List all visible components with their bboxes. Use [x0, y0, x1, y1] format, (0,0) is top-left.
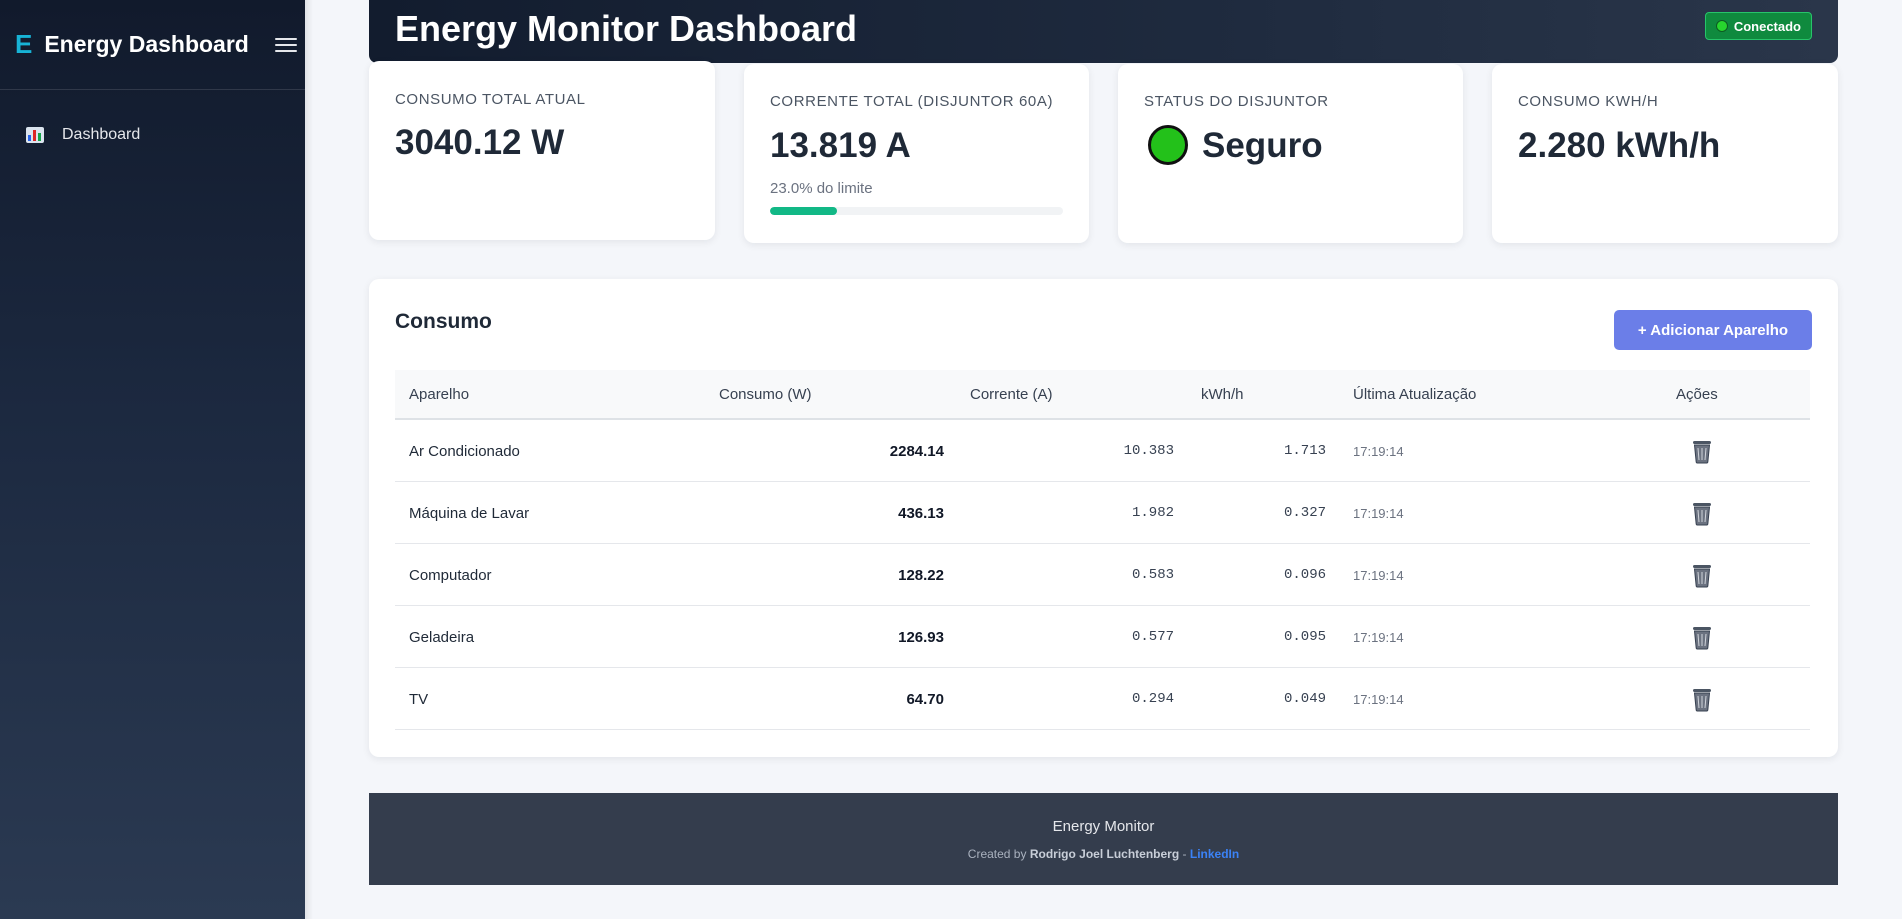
- device-current: 10.383: [1123, 443, 1174, 459]
- footer-author: Rodrigo Joel Luchtenberg: [1029, 847, 1180, 861]
- trash-icon[interactable]: [1691, 624, 1713, 650]
- device-current: 0.583: [1131, 567, 1174, 583]
- card-value: 3040.12 W: [395, 123, 565, 162]
- table-row: Ar Condicionado 2284.14 10.383 1.713 17:…: [395, 420, 1810, 482]
- device-kwh: 0.095: [1283, 629, 1326, 645]
- sidebar-item-dashboard[interactable]: Dashboard: [0, 126, 305, 144]
- card-label: CONSUMO KWH/H: [1518, 93, 1659, 110]
- device-power: 64.70: [906, 691, 944, 708]
- trash-icon[interactable]: [1691, 686, 1713, 712]
- column-header-kwh: kWh/h: [1201, 386, 1244, 403]
- column-header-device: Aparelho: [409, 386, 470, 403]
- total-power-card: CONSUMO TOTAL ATUAL 3040.12 W: [369, 61, 715, 240]
- device-name: Geladeira: [409, 629, 475, 646]
- card-label: CORRENTE TOTAL (DISJUNTOR 60A): [770, 93, 1054, 110]
- breaker-status-card: STATUS DO DISJUNTOR Seguro: [1118, 64, 1463, 243]
- sidebar-shadow: [305, 0, 313, 919]
- device-name: Máquina de Lavar: [409, 505, 530, 522]
- consumption-panel: Consumo + Adicionar Aparelho Aparelho Co…: [369, 279, 1838, 757]
- current-limit-percent: 23.0% do limite: [770, 180, 873, 197]
- brand-title: Energy Dashboard: [44, 31, 249, 57]
- top-header: Energy Monitor Dashboard Conectado: [369, 0, 1838, 63]
- footer: Energy Monitor Created by Rodrigo Joel L…: [369, 793, 1838, 885]
- devices-table: Aparelho Consumo (W) Corrente (A) kWh/h …: [395, 370, 1810, 730]
- column-header-actions: Ações: [1676, 386, 1718, 403]
- bar-chart-icon: [26, 127, 44, 143]
- device-name: TV: [409, 691, 429, 708]
- device-updated: 17:19:14: [1353, 568, 1404, 583]
- column-header-current: Corrente (A): [970, 386, 1053, 403]
- device-current: 1.982: [1131, 505, 1174, 521]
- page-title: Energy Monitor Dashboard: [395, 8, 858, 49]
- connection-status-text: Conectado: [1733, 18, 1801, 34]
- device-updated: 17:19:14: [1353, 692, 1404, 707]
- device-power: 2284.14: [889, 443, 944, 460]
- trash-icon[interactable]: [1691, 562, 1713, 588]
- connection-status-badge: Conectado: [1704, 12, 1812, 40]
- trash-icon[interactable]: [1691, 500, 1713, 526]
- linkedin-link[interactable]: LinkedIn: [1190, 847, 1239, 861]
- table-row: Geladeira 126.93 0.577 0.095 17:19:14: [395, 606, 1810, 668]
- card-label: CONSUMO TOTAL ATUAL: [395, 91, 586, 108]
- device-kwh: 0.049: [1283, 691, 1326, 707]
- card-label: STATUS DO DISJUNTOR: [1144, 93, 1329, 110]
- device-name: Ar Condicionado: [409, 443, 520, 460]
- status-dot-icon: [1715, 20, 1728, 32]
- device-kwh: 0.096: [1283, 567, 1326, 583]
- device-power: 128.22: [898, 567, 944, 584]
- footer-created-by: Created by: [967, 847, 1027, 861]
- device-current: 0.294: [1131, 691, 1174, 707]
- device-kwh: 1.713: [1283, 443, 1326, 459]
- sidebar-header: E Energy Dashboard: [0, 0, 305, 90]
- footer-separator: -: [1182, 847, 1187, 861]
- footer-credit: Created by Rodrigo Joel Luchtenberg - Li…: [369, 847, 1838, 861]
- add-device-button[interactable]: + Adicionar Aparelho: [1614, 310, 1812, 350]
- total-current-card: CORRENTE TOTAL (DISJUNTOR 60A) 13.819 A …: [744, 64, 1089, 243]
- menu-toggle-icon[interactable]: [274, 37, 297, 52]
- table-header: Aparelho Consumo (W) Corrente (A) kWh/h …: [395, 370, 1810, 420]
- device-updated: 17:19:14: [1353, 506, 1404, 521]
- device-kwh: 0.327: [1283, 505, 1326, 521]
- trash-icon[interactable]: [1691, 438, 1713, 464]
- breaker-status-indicator: [1148, 125, 1188, 165]
- device-power: 436.13: [898, 505, 944, 522]
- footer-title: Energy Monitor: [1052, 818, 1155, 835]
- panel-title: Consumo: [395, 310, 492, 333]
- table-row: TV 64.70 0.294 0.049 17:19:14: [395, 668, 1810, 730]
- column-header-power: Consumo (W): [719, 386, 812, 403]
- current-progress-fill: [770, 207, 838, 215]
- device-name: Computador: [409, 567, 492, 584]
- table-row: Máquina de Lavar 436.13 1.982 0.327 17:1…: [395, 482, 1810, 544]
- kwh-card: CONSUMO KWH/H 2.280 kWh/h: [1492, 64, 1838, 243]
- card-value: 2.280 kWh/h: [1518, 126, 1721, 165]
- sidebar-item-label: Dashboard: [62, 126, 141, 143]
- device-updated: 17:19:14: [1353, 630, 1404, 645]
- device-updated: 17:19:14: [1353, 444, 1404, 459]
- device-current: 0.577: [1131, 629, 1174, 645]
- table-row: Computador 128.22 0.583 0.096 17:19:14: [395, 544, 1810, 606]
- logo-icon: E: [15, 29, 33, 59]
- sidebar: E Energy Dashboard Dashboard: [0, 0, 305, 919]
- card-value: Seguro: [1202, 126, 1323, 165]
- current-progress-bar: [770, 207, 1063, 215]
- column-header-updated: Última Atualização: [1353, 386, 1477, 403]
- device-power: 126.93: [898, 629, 944, 646]
- card-value: 13.819 A: [770, 126, 911, 165]
